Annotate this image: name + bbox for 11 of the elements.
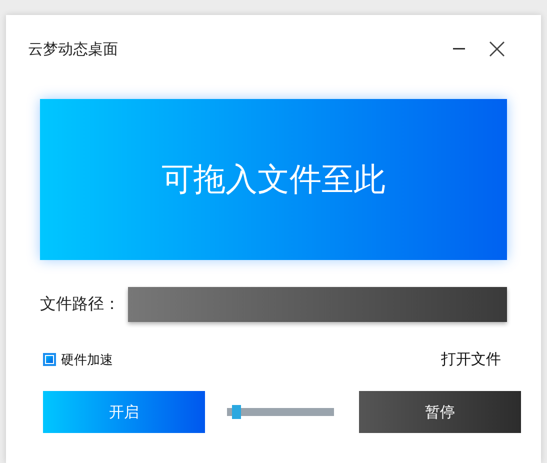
pause-button[interactable]: 暂停	[359, 391, 521, 433]
file-path-field[interactable]	[128, 287, 507, 322]
hardware-acceleration-checkbox[interactable]: 硬件加速	[43, 350, 113, 368]
minimize-icon	[453, 48, 465, 50]
close-button[interactable]	[487, 39, 507, 59]
open-file-button[interactable]: 打开文件	[441, 350, 501, 369]
start-button[interactable]: 开启	[43, 391, 205, 433]
window-title: 云梦动态桌面	[28, 40, 119, 58]
slider-thumb[interactable]	[232, 405, 241, 419]
close-icon	[489, 41, 505, 57]
file-path-label: 文件路径：	[40, 294, 120, 315]
